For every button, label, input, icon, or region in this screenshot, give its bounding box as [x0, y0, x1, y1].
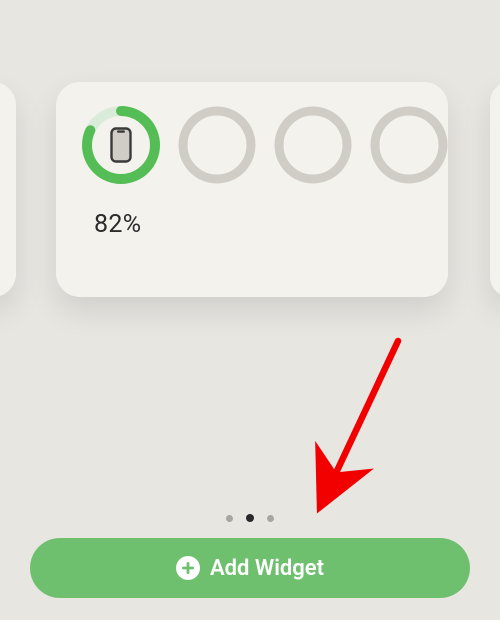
widget-preview-next[interactable]	[490, 82, 500, 297]
empty-battery-ring-1	[176, 104, 258, 186]
empty-battery-ring-3	[368, 104, 450, 186]
widget-preview-prev[interactable]	[0, 82, 16, 297]
ring-outline-icon	[368, 104, 450, 186]
ring-outline-icon	[176, 104, 258, 186]
add-widget-button[interactable]: Add Widget	[30, 538, 470, 598]
page-dot-1[interactable]	[226, 515, 233, 522]
page-dot-3[interactable]	[267, 515, 274, 522]
empty-battery-ring-2	[272, 104, 354, 186]
page-dot-2[interactable]	[246, 514, 254, 522]
annotation-arrow-icon	[303, 335, 423, 519]
ring-outline-icon	[272, 104, 354, 186]
phone-icon	[110, 127, 132, 163]
page-indicator[interactable]	[226, 514, 274, 522]
batteries-widget-preview[interactable]: 82%	[56, 82, 448, 297]
plus-circle-icon	[176, 556, 200, 580]
battery-percent-label: 82%	[94, 210, 428, 239]
device-battery-ring	[80, 104, 162, 186]
battery-ring-row	[80, 104, 428, 186]
add-widget-label: Add Widget	[210, 556, 324, 581]
